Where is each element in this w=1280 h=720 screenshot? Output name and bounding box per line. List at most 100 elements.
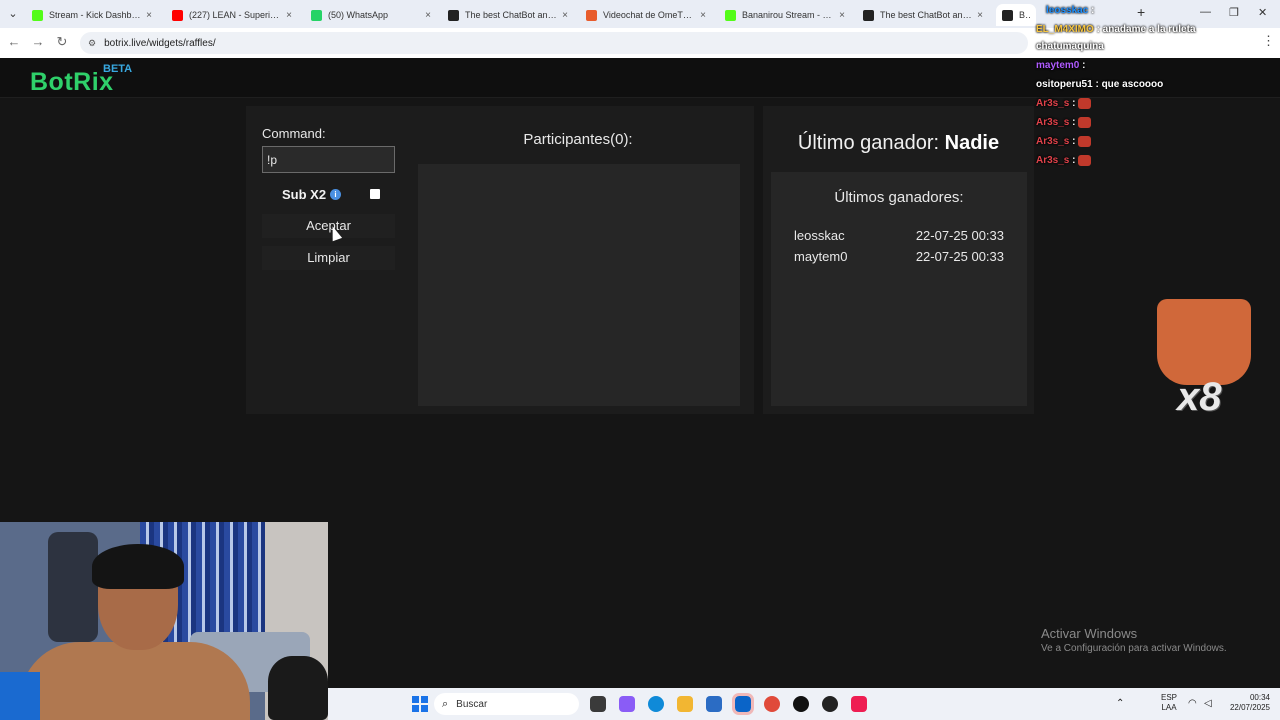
language-indicator[interactable]: ESP LAA xyxy=(1160,693,1178,713)
recent-winners-box: Últimos ganadores: leosskac 22-07-25 00:… xyxy=(771,172,1027,406)
copilot-icon[interactable] xyxy=(619,696,635,712)
info-icon[interactable]: i xyxy=(330,189,341,200)
tab-close-icon[interactable]: × xyxy=(562,10,568,21)
chat-text: : que ascoooo xyxy=(1095,79,1164,90)
taskbar-search[interactable]: ⌕ Buscar xyxy=(434,693,579,715)
tab-close-icon[interactable]: × xyxy=(839,10,845,21)
chat-username: maytem0 xyxy=(1036,60,1080,71)
tab-title: BotR xyxy=(1019,10,1030,20)
winner-row: maytem0 22-07-25 00:33 xyxy=(794,249,1004,264)
recent-winners-title: Últimos ganadores: xyxy=(834,189,964,206)
winners-panel: Último ganador: Nadie Últimos ganadores:… xyxy=(763,106,1034,414)
last-winner-prefix: Último ganador: xyxy=(797,132,940,154)
sub-x2-checkbox[interactable] xyxy=(370,189,380,199)
windows-start-icon[interactable] xyxy=(412,696,428,712)
tiktok-live-icon[interactable] xyxy=(851,696,867,712)
tab-title: Bananirou Stream - Watc xyxy=(742,10,836,20)
chrome-icon[interactable] xyxy=(764,696,780,712)
emote-sticker: x8 xyxy=(1157,299,1251,419)
browser-tab[interactable]: BotR xyxy=(996,4,1036,26)
accept-button[interactable]: Aceptar xyxy=(262,214,395,238)
outlook-icon[interactable] xyxy=(732,693,754,715)
winner-name: leosskac xyxy=(794,228,845,243)
browser-tab[interactable]: Videochat de OmeTV: un × xyxy=(580,4,712,26)
address-bar[interactable]: ⚙ botrix.live/widgets/raffles/ xyxy=(80,32,1028,54)
raffle-panel: Command: Sub X2 i Aceptar Limpiar Partic… xyxy=(246,106,754,414)
tab-favicon-icon xyxy=(32,9,43,21)
beta-badge: BETA xyxy=(103,63,133,75)
store-icon[interactable] xyxy=(706,696,722,712)
chat-text: : xyxy=(1072,136,1076,148)
tab-title: Stream - Kick Dashboard xyxy=(49,10,143,20)
task-view-icon[interactable] xyxy=(590,696,606,712)
winner-name: maytem0 xyxy=(794,249,848,264)
webcam-feed xyxy=(0,522,328,720)
file-explorer-icon[interactable] xyxy=(677,696,693,712)
tab-close-icon[interactable]: × xyxy=(286,10,292,21)
tab-close-icon[interactable]: × xyxy=(700,10,706,21)
emote-face-image xyxy=(1157,299,1251,385)
wifi-icon[interactable]: ◠ xyxy=(1188,698,1197,709)
edge-icon[interactable] xyxy=(648,696,664,712)
command-label: Command: xyxy=(262,126,326,141)
taskbar-search-placeholder: Buscar xyxy=(456,698,488,710)
browser-tab[interactable]: The best ChatBot and Wi × xyxy=(442,4,574,26)
chat-text: : xyxy=(1072,155,1076,167)
obs-icon[interactable] xyxy=(822,696,838,712)
volume-icon[interactable]: ◁ xyxy=(1204,698,1212,709)
tab-title: (227) LEAN - Superiority xyxy=(189,10,283,20)
search-icon: ⌕ xyxy=(442,697,449,710)
tab-favicon-icon xyxy=(172,9,183,21)
tab-favicon-icon xyxy=(586,9,597,21)
tab-favicon-icon xyxy=(1002,9,1013,21)
tab-title: The best ChatBot and Wi xyxy=(465,10,559,20)
emote-multiplier: x8 xyxy=(1177,375,1222,419)
command-input[interactable] xyxy=(262,146,395,173)
minimize-icon[interactable]: — xyxy=(1200,6,1211,18)
tab-title: Videochat de OmeTV: un xyxy=(603,10,697,20)
chat-message: Ar3s_s : xyxy=(1036,155,1092,167)
clock-date: 22/07/2025 xyxy=(1229,703,1270,712)
close-window-icon[interactable]: ✕ xyxy=(1258,6,1267,19)
browser-menu-icon[interactable]: ⋮ xyxy=(1262,33,1275,49)
tab-close-icon[interactable]: × xyxy=(146,10,152,21)
webcam-dog xyxy=(268,656,328,720)
webcam-jacket xyxy=(48,532,98,642)
browser-tab[interactable]: (50) WhatsApp × xyxy=(305,4,437,26)
browser-tab[interactable]: Stream - Kick Dashboard × xyxy=(26,4,158,26)
reload-icon[interactable]: ↻ xyxy=(54,34,70,50)
forward-icon[interactable]: → xyxy=(30,34,46,49)
clear-button[interactable]: Limpiar xyxy=(262,246,395,270)
tab-favicon-icon xyxy=(863,9,874,21)
chat-username: Ar3s_s xyxy=(1036,98,1070,110)
chat-message: Ar3s_s : xyxy=(1036,98,1092,110)
chat-message: chatumaquina xyxy=(1036,41,1104,52)
chat-message: ositoperu51 : que ascoooo xyxy=(1036,79,1163,90)
tray-chevron-icon[interactable]: ⌃ xyxy=(1116,698,1124,709)
system-clock[interactable]: 00:34 22/07/2025 xyxy=(1220,693,1270,713)
browser-tab[interactable]: The best ChatBot and Wi × xyxy=(857,4,989,26)
browser-tab[interactable]: Bananirou Stream - Watc × xyxy=(719,4,851,26)
sub-x2-label: Sub X2 xyxy=(282,187,327,202)
chat-username: Ar3s_s xyxy=(1036,155,1070,167)
new-tab-button[interactable]: + xyxy=(1137,4,1145,20)
webcam-person-hair xyxy=(92,544,184,589)
botrix-logo[interactable]: BotRix xyxy=(30,68,114,97)
chat-text: : xyxy=(1091,5,1095,16)
language-code: ESP xyxy=(1160,693,1177,702)
restore-icon[interactable]: ❐ xyxy=(1229,6,1239,19)
site-info-icon[interactable]: ⚙ xyxy=(88,38,96,49)
chat-emote-icon xyxy=(1078,117,1092,128)
chat-emote-icon xyxy=(1078,155,1092,166)
back-icon[interactable]: ← xyxy=(6,34,22,49)
chat-text: : anadame a la ruleta xyxy=(1096,24,1196,35)
tiktok-icon[interactable] xyxy=(793,696,809,712)
tab-search-chevron-icon[interactable]: ⌄ xyxy=(4,5,22,23)
activate-windows-title: Activar Windows xyxy=(1041,626,1138,641)
participants-title: Participantes(0): xyxy=(523,131,633,148)
tab-title: (50) WhatsApp xyxy=(328,10,389,20)
tab-close-icon[interactable]: × xyxy=(977,10,983,21)
url-text: botrix.live/widgets/raffles/ xyxy=(104,37,216,49)
browser-tab[interactable]: (227) LEAN - Superiority × xyxy=(166,4,298,26)
tab-close-icon[interactable]: × xyxy=(425,10,431,21)
